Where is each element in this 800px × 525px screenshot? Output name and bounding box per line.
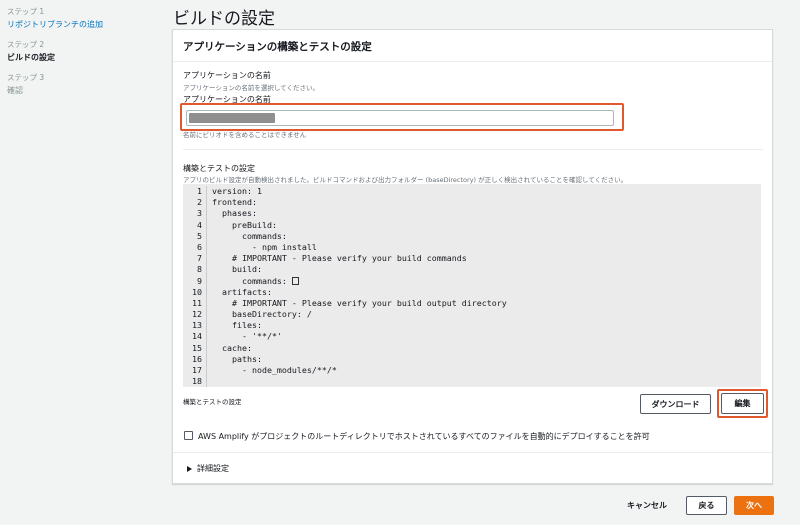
code-line: 3 phases: — [183, 208, 761, 220]
page-title: ビルドの設定 — [173, 9, 275, 29]
back-button[interactable]: 戻る — [686, 496, 727, 515]
code-line: 18 — [183, 376, 761, 387]
code-line: 8 build: — [183, 264, 761, 276]
line-number: 10 — [183, 286, 207, 298]
code-line: 12 baseDirectory: / — [183, 309, 761, 321]
code-text: build: — [212, 264, 262, 275]
build-settings-label: 構築とテストの設定 — [183, 164, 255, 173]
code-line: 7 # IMPORTANT - Please verify your build… — [183, 253, 761, 265]
line-number: 14 — [183, 331, 207, 343]
code-text: files: — [212, 320, 262, 331]
code-line: 16 paths: — [183, 353, 761, 365]
app-name-highlight — [180, 103, 624, 131]
app-name-input[interactable] — [186, 110, 614, 126]
next-button[interactable]: 次へ — [734, 496, 774, 515]
code-text: cache: — [212, 342, 252, 353]
line-number: 3 — [183, 208, 207, 220]
code-text: paths: — [212, 353, 262, 364]
code-text: phases: — [212, 208, 257, 219]
line-number: 2 — [183, 197, 207, 209]
line-number: 9 — [183, 275, 207, 287]
section-divider — [183, 149, 763, 150]
line-number: 16 — [183, 353, 207, 365]
app-name-redacted-value — [189, 113, 275, 123]
advanced-settings-toggle[interactable]: 詳細設定 — [187, 463, 229, 474]
line-number: 15 — [183, 342, 207, 354]
cancel-button[interactable]: キャンセル — [627, 500, 667, 511]
caret-right-icon — [187, 465, 192, 472]
line-number: 1 — [183, 186, 207, 198]
line-number: 13 — [183, 320, 207, 332]
line-number: 17 — [183, 365, 207, 377]
step-navigation: ステップ 1 リポジトリブランチの追加 ステップ 2 ビルドの設定 ステップ 3… — [7, 6, 157, 96]
code-line: 2 frontend: — [183, 197, 761, 209]
step-3-number: ステップ 3 — [7, 73, 45, 82]
code-text: version: 1 — [212, 186, 262, 196]
edit-button[interactable]: 編集 — [721, 393, 764, 414]
advanced-settings-label: 詳細設定 — [197, 464, 229, 473]
auto-deploy-checkbox[interactable] — [184, 431, 193, 440]
code-text: baseDirectory: / — [212, 309, 312, 320]
code-line: 17 - node_modules/**/* — [183, 365, 761, 377]
code-line: 15 cache: — [183, 342, 761, 354]
line-number: 6 — [183, 241, 207, 254]
panel-header: アプリケーションの構築とテストの設定 — [173, 30, 772, 62]
code-text: # IMPORTANT - Please verify your build o… — [212, 297, 507, 308]
app-name-label: アプリケーションの名前 — [183, 71, 271, 80]
code-line: 4 preBuild: — [183, 219, 761, 231]
line-number: 5 — [183, 230, 207, 242]
code-text: - node_modules/**/* — [212, 365, 337, 375]
code-text: commands: — [212, 230, 287, 241]
auto-deploy-label: AWS Amplify がプロジェクトのルートディレクトリでホストされているすべ… — [198, 432, 650, 441]
step-1-number: ステップ 1 — [7, 7, 45, 16]
code-line: 1 version: 1 — [183, 186, 761, 198]
code-line: 6 - npm install — [183, 241, 761, 254]
step-2-number: ステップ 2 — [7, 40, 45, 49]
code-line: 5 commands: — [183, 230, 761, 242]
advanced-divider — [173, 452, 772, 453]
code-text: frontend: — [212, 197, 257, 208]
code-line: 9 commands: — [183, 275, 761, 287]
code-text: - npm install — [212, 241, 317, 252]
download-button[interactable]: ダウンロード — [640, 394, 711, 414]
code-line: 10 artifacts: — [183, 286, 761, 298]
app-name-hint: 名前にピリオドを含めることはできません — [183, 131, 307, 139]
line-number: 4 — [183, 219, 207, 231]
code-text: commands: — [212, 276, 299, 287]
line-number: 12 — [183, 309, 207, 321]
line-number: 8 — [183, 264, 207, 276]
line-number: 11 — [183, 297, 207, 310]
code-line: 13 files: — [183, 320, 761, 332]
code-line: 11 # IMPORTANT - Please verify your buil… — [183, 297, 761, 310]
empty-array-box — [291, 276, 299, 285]
code-line: 14 - '**/*' — [183, 331, 761, 343]
code-text: artifacts: — [212, 286, 272, 297]
line-number: 18 — [183, 376, 207, 387]
build-settings-panel: アプリケーションの構築とテストの設定 アプリケーションの名前 アプリケーションの… — [172, 29, 773, 484]
build-spec-editor[interactable]: 1 version: 1 2 frontend: 3 phases: 4 preBuild… — [183, 184, 761, 387]
build-settings-description: アプリのビルド設定が自動検出されました。ビルドコマンドおよび出力フォルダー (b… — [183, 176, 628, 184]
code-text: preBuild: — [212, 219, 277, 230]
step-3-title: 確認 — [7, 86, 23, 95]
code-text: - '**/*' — [212, 331, 282, 342]
line-number: 7 — [183, 253, 207, 265]
app-name-description: アプリケーションの名前を選択してください。 — [183, 84, 319, 92]
step-2-title: ビルドの設定 — [7, 53, 55, 62]
code-text: # IMPORTANT - Please verify your build c… — [212, 253, 467, 264]
build-settings-caption: 構築とテストの設定 — [183, 398, 242, 406]
step-1-link[interactable]: リポジトリブランチの追加 — [7, 19, 157, 30]
